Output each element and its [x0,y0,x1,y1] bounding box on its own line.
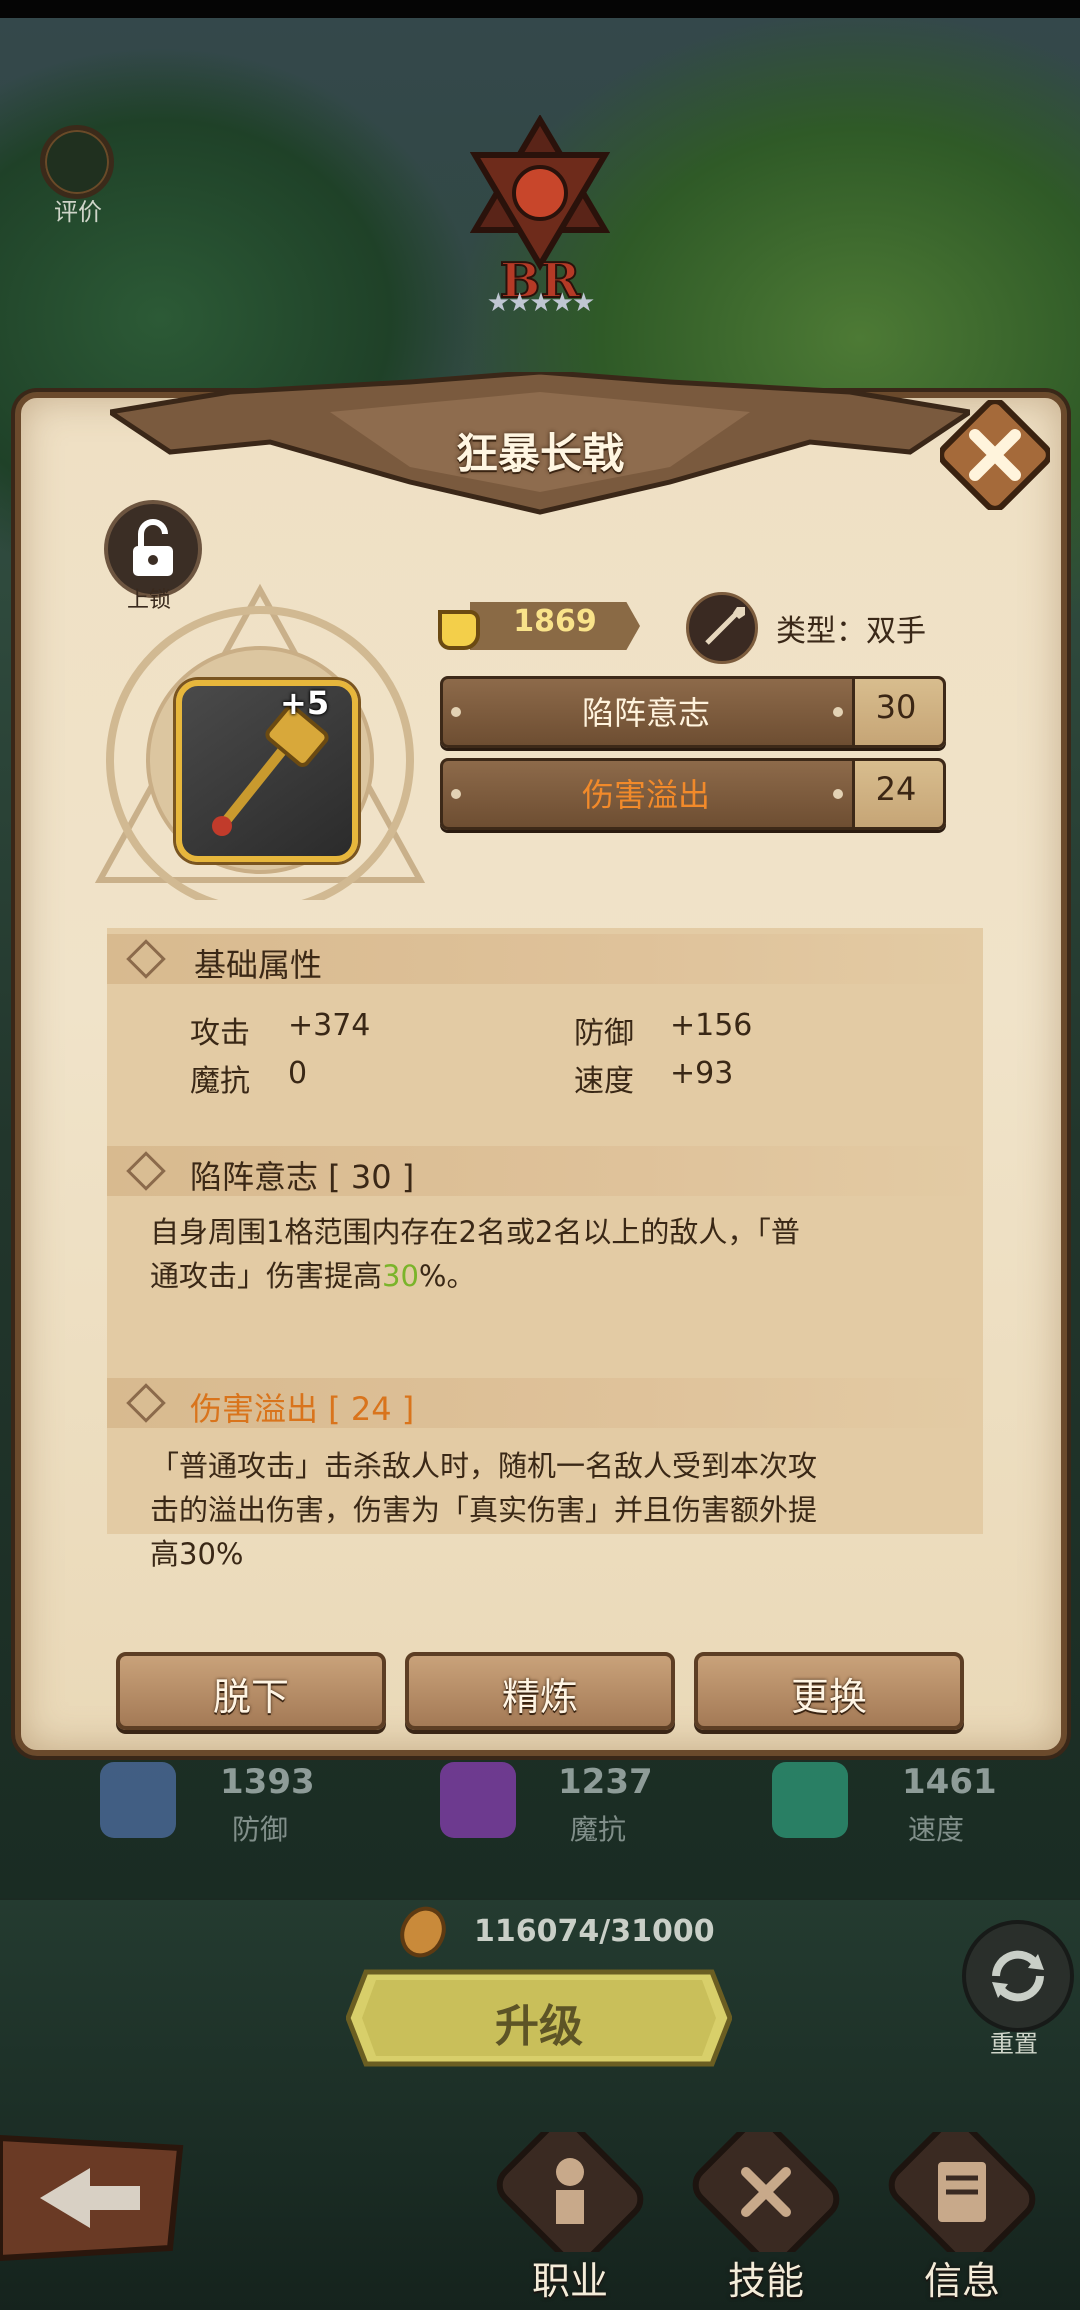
rating-label: 评价 [54,198,102,226]
rank-badge-icon: BR [470,115,610,310]
power-value: 1869 [513,604,597,639]
boot-icon [772,1762,848,1838]
skill-value-1: 30 [875,688,917,726]
magic-resist-label: 魔抗 [570,1813,627,1846]
rank-stars: ★★★★★ [486,288,596,318]
unequip-button[interactable]: 脱下 [116,1652,386,1730]
skill-icon [692,2118,840,2266]
rating-button[interactable] [40,125,114,199]
skill-name-1: 陷阵意志 [581,694,710,732]
speed-label: 速度 [908,1813,965,1846]
stat-label-defense: 防御 [574,1016,634,1051]
weapon-type-text: 类型：双手 [776,614,926,649]
fist-icon [438,610,480,650]
stat-label-magic-resist: 魔抗 [190,1064,250,1099]
stat-value-magic-resist: 0 [288,1056,308,1091]
reset-label: 重置 [990,2030,1038,2058]
weapon-type-icon [686,592,758,664]
skill1-title: 陷阵意志 [ 30 ] [190,1158,415,1196]
refine-button[interactable]: 精炼 [405,1652,675,1730]
stat-value-defense: +156 [670,1008,753,1043]
shield-icon [100,1762,176,1838]
stat-label-speed: 速度 [574,1064,634,1099]
magic-resist-total: 1237 [558,1762,653,1802]
nav-info-label: 信息 [923,2259,1000,2303]
close-button[interactable] [940,400,1050,510]
bread-icon [400,1906,446,1958]
upgrade-label: 升级 [495,2001,583,2052]
replace-button[interactable]: 更换 [694,1652,964,1730]
stat-label-attack: 攻击 [190,1016,250,1051]
item-enhance-level: +5 [280,684,330,722]
nav-skill-label: 技能 [727,2259,804,2303]
defense-label: 防御 [232,1813,289,1846]
skill1-description: 自身周围1格范围内存在2名或2名以上的敌人，「普 通攻击」伤害提高30%。 [150,1215,800,1293]
status-bar [0,0,1080,18]
refresh-icon [992,1950,1044,2002]
skill-value-2: 24 [875,770,917,808]
item-icon[interactable] [176,680,358,862]
stat-value-speed: +93 [670,1056,734,1091]
item-name: 狂暴长戟 [455,429,624,478]
skill2-title: 伤害溢出 [ 24 ] [190,1390,415,1428]
base-stats-title: 基础属性 [194,946,323,984]
skill-name-2: 伤害溢出 [581,776,710,814]
defense-total: 1393 [220,1762,315,1802]
reset-button[interactable] [962,1920,1074,2032]
speed-total: 1461 [902,1762,997,1802]
skill1-highlight: 30 [382,1259,419,1293]
upgrade-cost: 116074/31000 [474,1914,715,1949]
nav-class-label: 职业 [531,2259,608,2303]
magic-shield-icon [440,1762,516,1838]
back-button[interactable] [0,2128,190,2268]
document-icon [888,2118,1036,2266]
pawn-icon [496,2118,644,2266]
stat-value-attack: +374 [288,1008,371,1043]
skill2-description: 「普通攻击」击杀敌人时，随机一名敌人受到本次攻 击的溢出伤害，伤害为「真实伤害」… [150,1449,818,1571]
